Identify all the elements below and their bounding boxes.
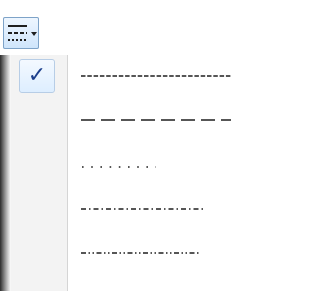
dash-style-icon bbox=[8, 25, 37, 41]
menu-shadow bbox=[0, 55, 11, 291]
dash-option-dot[interactable] bbox=[11, 143, 335, 187]
dash-style-button[interactable] bbox=[3, 17, 39, 49]
dash-option-solid[interactable]: ✓ bbox=[11, 55, 335, 99]
dash-line-preview bbox=[81, 119, 231, 121]
dash-style-menu: ✓ bbox=[0, 55, 335, 291]
dash-option-dash-dot[interactable] bbox=[11, 187, 335, 231]
solid-line-preview bbox=[81, 75, 231, 77]
check-icon: ✓ bbox=[19, 59, 55, 93]
screen: ✓ bbox=[0, 0, 335, 291]
dot-line-preview bbox=[82, 166, 156, 168]
dash-dot-dot-line-preview bbox=[81, 252, 199, 254]
dash-option-dash-dot-dot[interactable] bbox=[11, 231, 335, 275]
chevron-down-icon bbox=[31, 32, 37, 36]
dash-dot-line-preview bbox=[81, 208, 206, 210]
dash-option-dash[interactable] bbox=[11, 99, 335, 143]
